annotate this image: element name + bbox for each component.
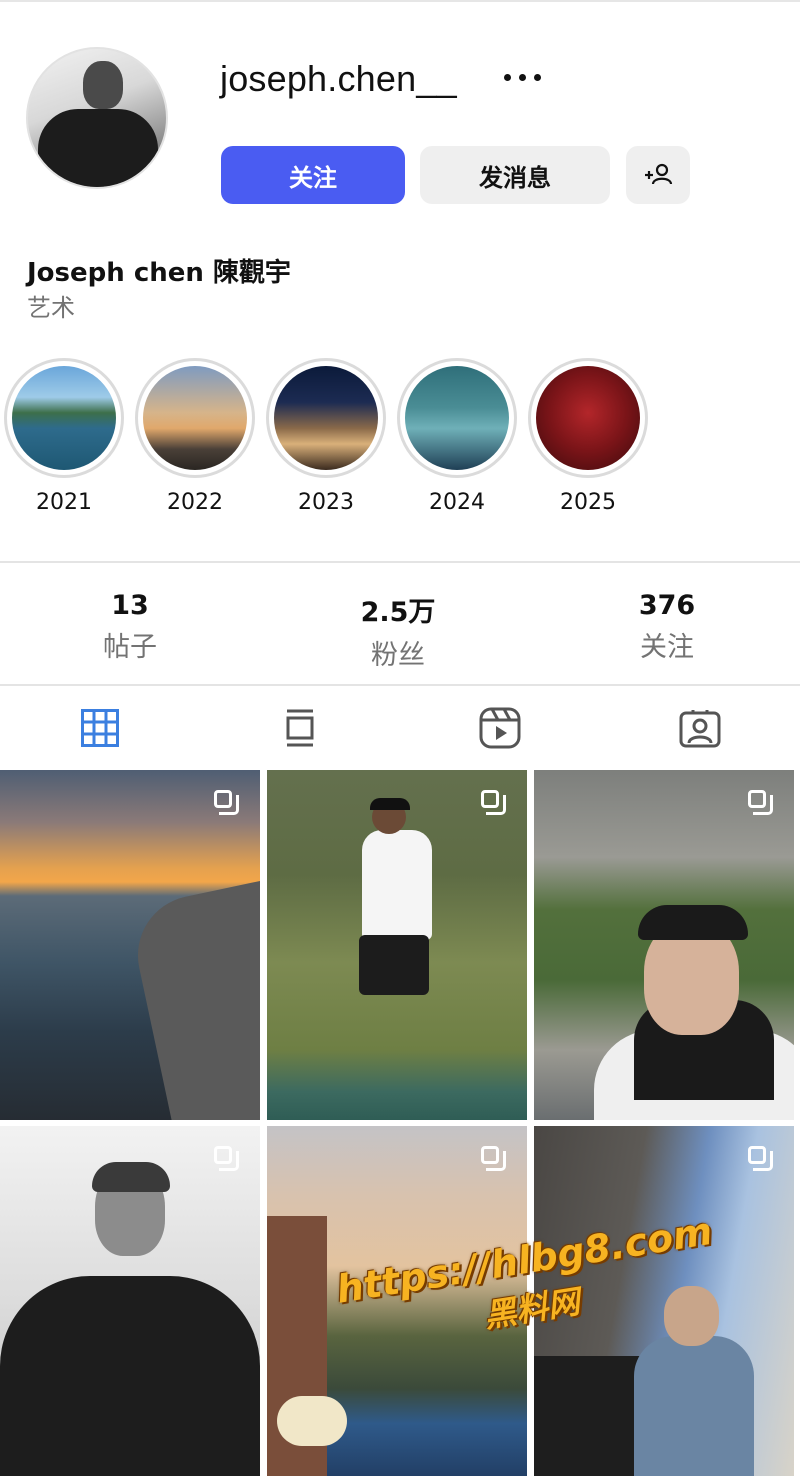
multi-photo-icon: [481, 1146, 507, 1172]
multi-photo-icon: [748, 790, 774, 816]
feed-icon: [286, 709, 314, 747]
stat-value: 376: [638, 590, 696, 621]
post-thumbnail[interactable]: [534, 770, 794, 1120]
message-button[interactable]: 发消息: [420, 146, 610, 204]
highlight-label: 2023: [298, 490, 354, 515]
profile-full-name: Joseph chen 陳觀宇: [27, 258, 291, 288]
highlight-item[interactable]: 2021: [4, 358, 124, 515]
highlight-cover: [536, 366, 640, 470]
post-thumbnail[interactable]: [267, 770, 527, 1120]
highlight-label: 2021: [36, 490, 92, 515]
highlight-label: 2022: [167, 490, 223, 515]
highlight-item[interactable]: 2025: [528, 358, 648, 515]
tagged-icon: [679, 710, 721, 748]
add-person-icon: [645, 163, 673, 185]
stat-label: 帖子: [103, 632, 157, 663]
tabs-divider-top: [0, 684, 800, 686]
multi-photo-icon: [481, 790, 507, 816]
stat-label: 关注: [640, 632, 694, 663]
top-divider: [0, 0, 800, 2]
stat-posts: 13 帖子: [30, 590, 230, 664]
profile-username: joseph.chen__: [220, 58, 457, 99]
tab-tagged[interactable]: [600, 698, 800, 758]
post-thumbnail[interactable]: [0, 1126, 260, 1476]
highlight-cover: [274, 366, 378, 470]
highlight-cover: [143, 366, 247, 470]
follow-button[interactable]: 关注: [221, 146, 405, 204]
suggest-users-button[interactable]: [626, 146, 690, 204]
highlight-cover: [405, 366, 509, 470]
tab-feed[interactable]: [200, 698, 400, 758]
grid-icon: [81, 709, 119, 747]
stat-value: 2.5万: [360, 597, 436, 628]
profile-category: 艺术: [27, 294, 75, 322]
profile-avatar[interactable]: [26, 47, 168, 189]
stat-value: 13: [111, 590, 149, 621]
reels-icon: [479, 707, 521, 749]
more-options-icon[interactable]: [500, 60, 546, 96]
post-thumbnail[interactable]: [0, 770, 260, 1120]
highlight-label: 2024: [429, 490, 485, 515]
stat-label: 粉丝: [371, 640, 425, 671]
multi-photo-icon: [214, 1146, 240, 1172]
highlight-item[interactable]: 2023: [266, 358, 386, 515]
stat-following[interactable]: 376 关注: [567, 590, 767, 664]
stats-divider-top: [0, 561, 800, 563]
multi-photo-icon: [214, 790, 240, 816]
tab-reels[interactable]: [400, 698, 600, 758]
highlight-cover: [12, 366, 116, 470]
highlight-label: 2025: [560, 490, 616, 515]
highlight-item[interactable]: 2022: [135, 358, 255, 515]
stat-followers[interactable]: 2.5万 粉丝: [298, 590, 498, 672]
highlight-item[interactable]: 2024: [397, 358, 517, 515]
multi-photo-icon: [748, 1146, 774, 1172]
tab-posts-grid[interactable]: [0, 698, 200, 758]
